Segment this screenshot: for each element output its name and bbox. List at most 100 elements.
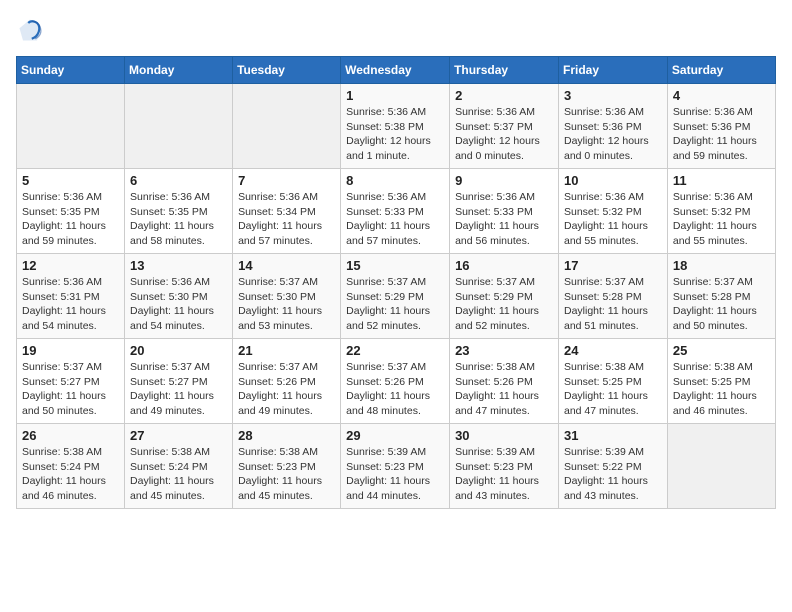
day-number: 19 xyxy=(22,343,119,358)
calendar-cell: 27Sunrise: 5:38 AM Sunset: 5:24 PM Dayli… xyxy=(125,424,233,509)
day-info: Sunrise: 5:37 AM Sunset: 5:29 PM Dayligh… xyxy=(455,275,553,334)
calendar-cell: 14 Sunrise: 5:37 AM Sunset: 5:30 PM Dayli… xyxy=(233,254,341,339)
day-number: 7 xyxy=(238,173,335,188)
calendar-cell: 7 Sunrise: 5:36 AM Sunset: 5:34 PM Daylig… xyxy=(233,169,341,254)
calendar-cell: 22Sunrise: 5:37 AM Sunset: 5:26 PM Dayli… xyxy=(341,339,450,424)
calendar-week-row: 1 Sunrise: 5:36 AM Sunset: 5:38 PM Daylig… xyxy=(17,84,776,169)
day-number: 14 xyxy=(238,258,335,273)
day-info: Sunrise: 5:39 AM Sunset: 5:22 PM Dayligh… xyxy=(564,445,662,504)
day-info: Sunrise: 5:37 AM Sunset: 5:29 PM Dayligh… xyxy=(346,275,444,334)
calendar-cell: 4 Sunrise: 5:36 AM Sunset: 5:36 PM Daylig… xyxy=(667,84,775,169)
calendar-cell: 6 Sunrise: 5:36 AM Sunset: 5:35 PM Daylig… xyxy=(125,169,233,254)
day-info: Sunrise: 5:37 AM Sunset: 5:28 PM Dayligh… xyxy=(564,275,662,334)
day-number: 23 xyxy=(455,343,553,358)
weekday-header-sunday: Sunday xyxy=(17,57,125,84)
day-info: Sunrise: 5:36 AM Sunset: 5:33 PM Dayligh… xyxy=(455,190,553,249)
weekday-header-tuesday: Tuesday xyxy=(233,57,341,84)
day-number: 5 xyxy=(22,173,119,188)
calendar-cell: 1 Sunrise: 5:36 AM Sunset: 5:38 PM Daylig… xyxy=(341,84,450,169)
calendar-cell: 10Sunrise: 5:36 AM Sunset: 5:32 PM Dayli… xyxy=(558,169,667,254)
day-number: 4 xyxy=(673,88,770,103)
day-info: Sunrise: 5:37 AM Sunset: 5:30 PM Dayligh… xyxy=(238,275,335,334)
calendar-cell xyxy=(233,84,341,169)
calendar-cell: 30 Sunrise: 5:39 AM Sunset: 5:23 PM Dayli… xyxy=(450,424,559,509)
day-number: 21 xyxy=(238,343,335,358)
day-number: 13 xyxy=(130,258,227,273)
day-number: 11 xyxy=(673,173,770,188)
logo-icon xyxy=(16,16,44,44)
day-info: Sunrise: 5:38 AM Sunset: 5:24 PM Dayligh… xyxy=(22,445,119,504)
calendar-cell xyxy=(125,84,233,169)
day-info: Sunrise: 5:39 AM Sunset: 5:23 PM Dayligh… xyxy=(346,445,444,504)
day-info: Sunrise: 5:36 AM Sunset: 5:34 PM Dayligh… xyxy=(238,190,335,249)
day-number: 31 xyxy=(564,428,662,443)
day-info: Sunrise: 5:36 AM Sunset: 5:37 PM Dayligh… xyxy=(455,105,553,164)
weekday-header-saturday: Saturday xyxy=(667,57,775,84)
weekday-header-row: SundayMondayTuesdayWednesdayThursdayFrid… xyxy=(17,57,776,84)
day-number: 26 xyxy=(22,428,119,443)
day-info: Sunrise: 5:36 AM Sunset: 5:36 PM Dayligh… xyxy=(673,105,770,164)
day-number: 2 xyxy=(455,88,553,103)
day-number: 25 xyxy=(673,343,770,358)
day-number: 20 xyxy=(130,343,227,358)
calendar-week-row: 26 Sunrise: 5:38 AM Sunset: 5:24 PM Dayli… xyxy=(17,424,776,509)
calendar-cell: 18Sunrise: 5:37 AM Sunset: 5:28 PM Dayli… xyxy=(667,254,775,339)
calendar-cell: 29 Sunrise: 5:39 AM Sunset: 5:23 PM Dayli… xyxy=(341,424,450,509)
calendar-cell: 12 Sunrise: 5:36 AM Sunset: 5:31 PM Dayli… xyxy=(17,254,125,339)
day-number: 8 xyxy=(346,173,444,188)
day-info: Sunrise: 5:39 AM Sunset: 5:23 PM Dayligh… xyxy=(455,445,553,504)
day-info: Sunrise: 5:36 AM Sunset: 5:35 PM Dayligh… xyxy=(130,190,227,249)
day-number: 15 xyxy=(346,258,444,273)
calendar-cell: 28Sunrise: 5:38 AM Sunset: 5:23 PM Dayli… xyxy=(233,424,341,509)
day-info: Sunrise: 5:36 AM Sunset: 5:33 PM Dayligh… xyxy=(346,190,444,249)
day-info: Sunrise: 5:38 AM Sunset: 5:23 PM Dayligh… xyxy=(238,445,335,504)
page-header xyxy=(16,16,776,44)
day-info: Sunrise: 5:36 AM Sunset: 5:32 PM Dayligh… xyxy=(673,190,770,249)
day-number: 29 xyxy=(346,428,444,443)
day-info: Sunrise: 5:37 AM Sunset: 5:27 PM Dayligh… xyxy=(130,360,227,419)
day-info: Sunrise: 5:38 AM Sunset: 5:25 PM Dayligh… xyxy=(564,360,662,419)
day-number: 30 xyxy=(455,428,553,443)
calendar-cell xyxy=(667,424,775,509)
day-number: 24 xyxy=(564,343,662,358)
calendar-cell: 20 Sunrise: 5:37 AM Sunset: 5:27 PM Dayli… xyxy=(125,339,233,424)
calendar-cell: 31 Sunrise: 5:39 AM Sunset: 5:22 PM Dayli… xyxy=(558,424,667,509)
day-number: 3 xyxy=(564,88,662,103)
calendar-cell: 11 Sunrise: 5:36 AM Sunset: 5:32 PM Dayli… xyxy=(667,169,775,254)
calendar-cell xyxy=(17,84,125,169)
day-number: 1 xyxy=(346,88,444,103)
day-info: Sunrise: 5:36 AM Sunset: 5:31 PM Dayligh… xyxy=(22,275,119,334)
calendar-cell: 25 Sunrise: 5:38 AM Sunset: 5:25 PM Dayli… xyxy=(667,339,775,424)
weekday-header-monday: Monday xyxy=(125,57,233,84)
weekday-header-wednesday: Wednesday xyxy=(341,57,450,84)
calendar-cell: 5Sunrise: 5:36 AM Sunset: 5:35 PM Daylig… xyxy=(17,169,125,254)
day-number: 22 xyxy=(346,343,444,358)
day-number: 17 xyxy=(564,258,662,273)
day-number: 16 xyxy=(455,258,553,273)
calendar-week-row: 5 Sunrise: 5:36 AM Sunset: 5:35 PM Daylig… xyxy=(17,169,776,254)
calendar-cell: 3Sunrise: 5:36 AM Sunset: 5:36 PM Daylig… xyxy=(558,84,667,169)
day-number: 12 xyxy=(22,258,119,273)
day-info: Sunrise: 5:37 AM Sunset: 5:28 PM Dayligh… xyxy=(673,275,770,334)
calendar-cell: 15 Sunrise: 5:37 AM Sunset: 5:29 PM Dayli… xyxy=(341,254,450,339)
calendar-cell: 8 Sunrise: 5:36 AM Sunset: 5:33 PM Daylig… xyxy=(341,169,450,254)
calendar-week-row: 19 Sunrise: 5:37 AM Sunset: 5:27 PM Dayli… xyxy=(17,339,776,424)
calendar-cell: 19 Sunrise: 5:37 AM Sunset: 5:27 PM Dayli… xyxy=(17,339,125,424)
day-number: 6 xyxy=(130,173,227,188)
day-number: 10 xyxy=(564,173,662,188)
calendar-cell: 9Sunrise: 5:36 AM Sunset: 5:33 PM Daylig… xyxy=(450,169,559,254)
calendar-cell: 13Sunrise: 5:36 AM Sunset: 5:30 PM Dayli… xyxy=(125,254,233,339)
calendar-cell: 21Sunrise: 5:37 AM Sunset: 5:26 PM Dayli… xyxy=(233,339,341,424)
day-info: Sunrise: 5:38 AM Sunset: 5:24 PM Dayligh… xyxy=(130,445,227,504)
calendar-cell: 26 Sunrise: 5:38 AM Sunset: 5:24 PM Dayli… xyxy=(17,424,125,509)
day-info: Sunrise: 5:36 AM Sunset: 5:38 PM Dayligh… xyxy=(346,105,444,164)
calendar-cell: 24 Sunrise: 5:38 AM Sunset: 5:25 PM Dayli… xyxy=(558,339,667,424)
weekday-header-friday: Friday xyxy=(558,57,667,84)
day-info: Sunrise: 5:38 AM Sunset: 5:26 PM Dayligh… xyxy=(455,360,553,419)
calendar-cell: 2 Sunrise: 5:36 AM Sunset: 5:37 PM Daylig… xyxy=(450,84,559,169)
calendar-cell: 16 Sunrise: 5:37 AM Sunset: 5:29 PM Dayli… xyxy=(450,254,559,339)
day-info: Sunrise: 5:37 AM Sunset: 5:27 PM Dayligh… xyxy=(22,360,119,419)
logo xyxy=(16,16,48,44)
calendar-cell: 23 Sunrise: 5:38 AM Sunset: 5:26 PM Dayli… xyxy=(450,339,559,424)
day-info: Sunrise: 5:38 AM Sunset: 5:25 PM Dayligh… xyxy=(673,360,770,419)
